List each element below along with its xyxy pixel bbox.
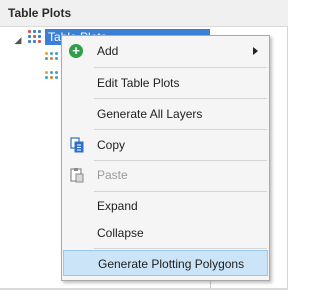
menu-item-label: Generate Plotting Polygons	[98, 257, 245, 271]
context-menu: + Add Edit Table Plots Generate All Laye…	[61, 35, 270, 281]
menu-separator	[94, 160, 267, 161]
menu-item-add[interactable]: + Add	[63, 38, 268, 64]
copy-icon	[70, 137, 84, 153]
menu-item-label: Expand	[97, 199, 138, 213]
menu-item-generate-all-layers[interactable]: Generate All Layers	[63, 101, 268, 127]
scatter-dots-icon[interactable]	[45, 51, 59, 63]
menu-item-copy[interactable]: Copy	[63, 132, 268, 158]
menu-item-label: Collapse	[97, 226, 144, 240]
menu-separator	[94, 98, 267, 99]
menu-item-paste[interactable]: Paste	[63, 162, 268, 188]
paste-icon	[70, 168, 84, 183]
submenu-arrow-icon	[253, 47, 258, 55]
add-icon: +	[69, 44, 83, 58]
menu-item-label: Copy	[97, 138, 126, 152]
menu-separator	[94, 129, 267, 130]
menu-item-expand[interactable]: Expand	[63, 193, 268, 219]
menu-item-label: Generate All Layers	[97, 107, 203, 121]
scatter-dots-icon[interactable]	[45, 70, 59, 82]
panel-header: Table Plots	[0, 0, 288, 27]
panel-title: Table Plots	[8, 6, 72, 20]
menu-item-label: Paste	[97, 168, 128, 182]
menu-item-collapse[interactable]: Collapse	[63, 220, 268, 246]
collapse-triangle-icon[interactable]: ◢	[13, 35, 23, 45]
menu-item-generate-plotting-polygons[interactable]: Generate Plotting Polygons	[63, 250, 268, 276]
menu-separator	[94, 248, 267, 249]
menu-item-edit-table-plots[interactable]: Edit Table Plots	[63, 70, 268, 96]
table-plot-grid-icon	[28, 30, 42, 44]
menu-item-label: Edit Table Plots	[97, 76, 180, 90]
menu-separator	[94, 191, 267, 192]
menu-separator	[94, 67, 267, 68]
menu-item-label: Add	[97, 44, 119, 58]
